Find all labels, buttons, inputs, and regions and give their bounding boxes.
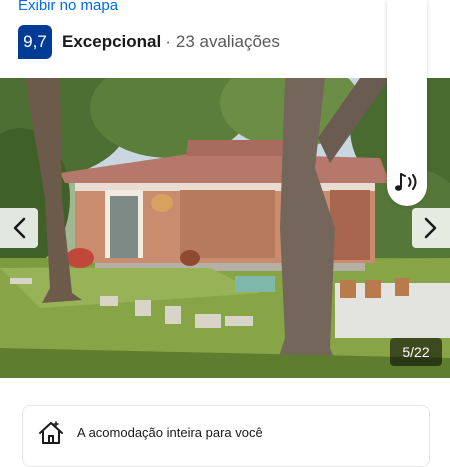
photo-counter: 5/22 — [390, 338, 442, 366]
rating-label: Excepcional — [62, 32, 162, 51]
chevron-right-icon — [424, 217, 437, 239]
feature-text: A acomodação inteira para você — [77, 425, 263, 440]
next-photo-button[interactable] — [412, 208, 450, 248]
rating-separator: · — [165, 32, 171, 51]
review-count[interactable]: 23 avaliações — [176, 32, 280, 52]
house-icon — [39, 421, 63, 444]
feature-card: A acomodação inteira para você — [22, 405, 430, 467]
chevron-left-icon — [13, 217, 26, 239]
rating-summary: 9,7 Excepcional · 23 avaliações — [18, 25, 280, 59]
score-badge: 9,7 — [18, 25, 52, 59]
audio-button[interactable] — [392, 166, 424, 198]
property-photo-image — [0, 78, 450, 378]
previous-photo-button[interactable] — [0, 208, 38, 248]
show-on-map-link[interactable]: Exibir no mapa — [18, 0, 118, 15]
property-photo[interactable] — [0, 78, 450, 378]
audio-icon — [395, 173, 417, 191]
